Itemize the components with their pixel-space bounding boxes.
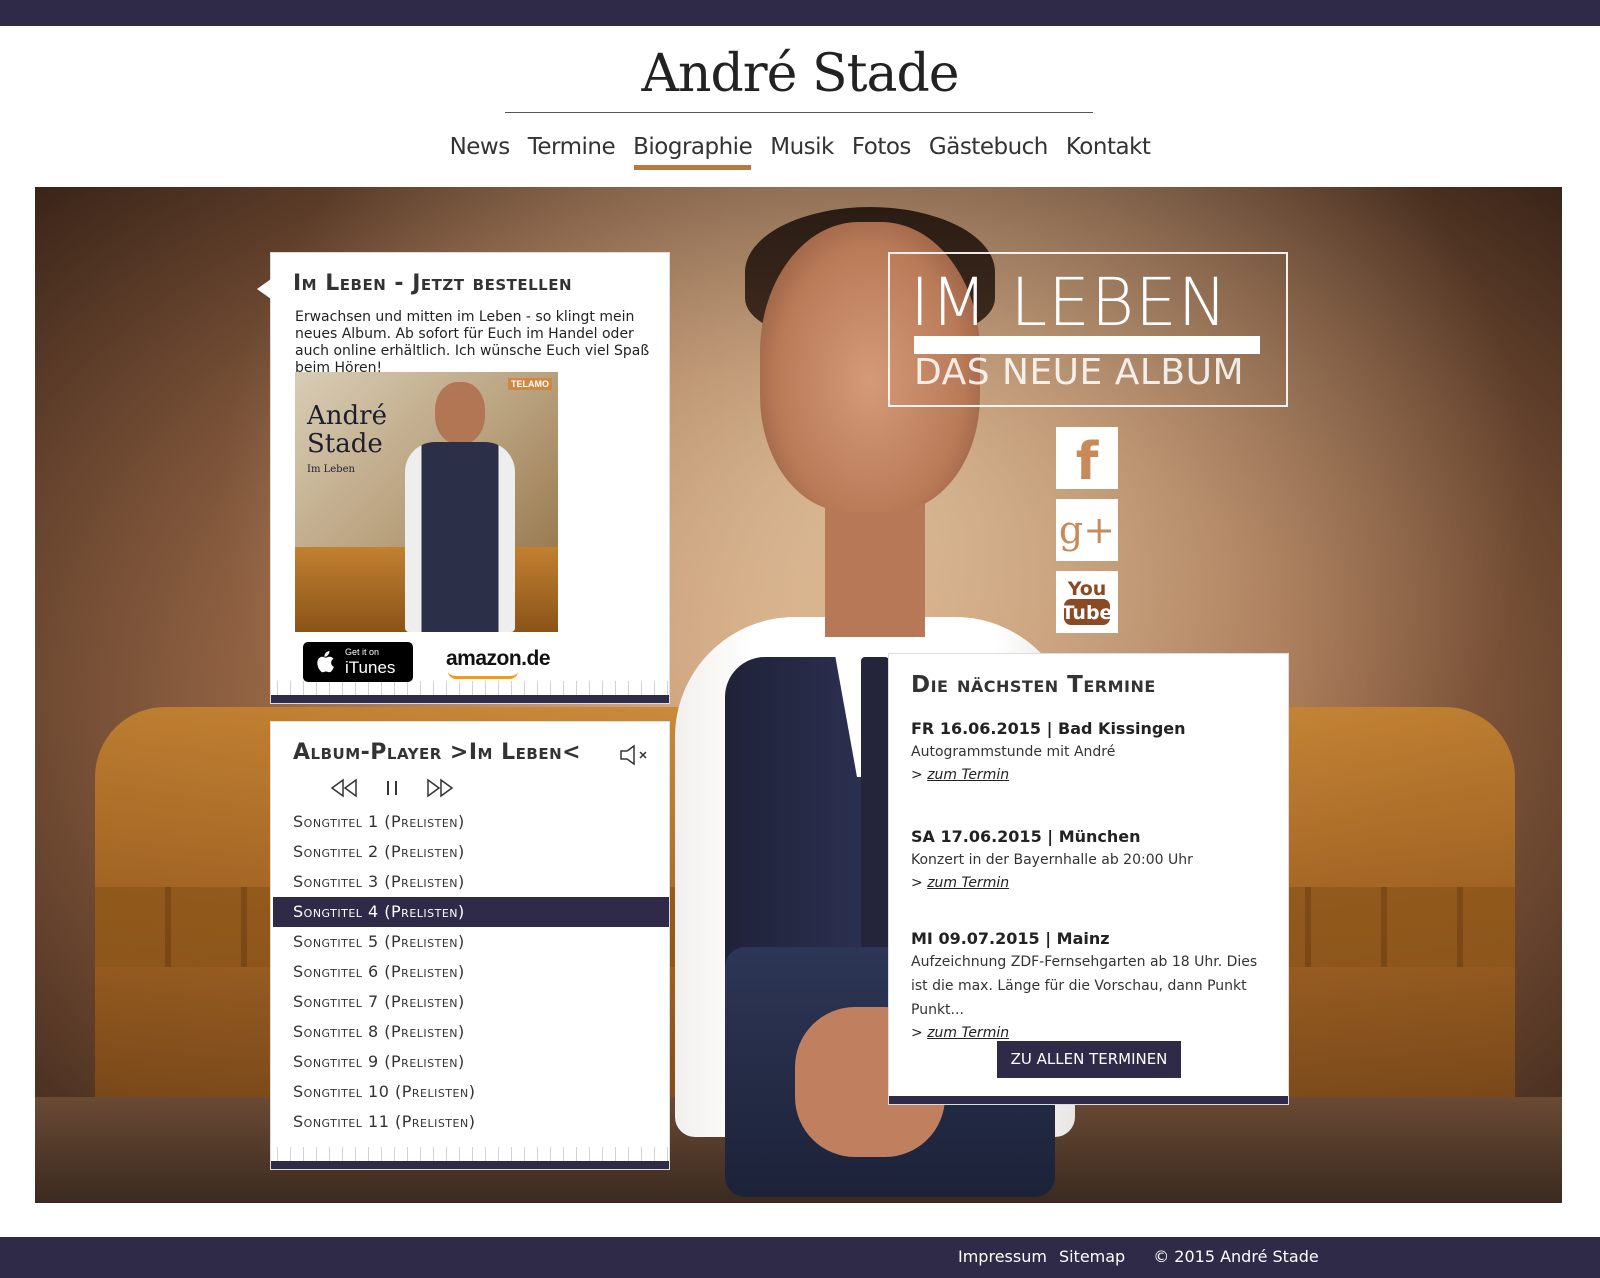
cover-body (405, 442, 515, 632)
apple-icon (313, 650, 335, 674)
facebook-glyph: f (1076, 432, 1100, 489)
event-place: Mainz (1056, 929, 1110, 948)
nav-item-biographie[interactable]: Biographie (624, 132, 761, 172)
event-place: München (1058, 827, 1141, 846)
footer-sitemap-link[interactable]: Sitemap (1059, 1247, 1125, 1266)
event-heading: MI 09.07.2015 | Mainz (911, 929, 1110, 948)
event-heading: SA 17.06.2015 | München (911, 827, 1141, 846)
cover-artist: André Stade (307, 401, 387, 459)
track-item[interactable]: Songtitel 3 (Prelisten) (271, 867, 671, 897)
all-events-button[interactable]: ZU ALLEN TERMINEN (997, 1041, 1181, 1078)
nav-item-gaestebuch[interactable]: Gästebuch (920, 132, 1057, 172)
banner-subtitle: DAS NEUE ALBUM (914, 352, 1245, 393)
footer-copyright: © 2015 André Stade (1153, 1247, 1319, 1266)
panel-edge (271, 695, 669, 703)
panel-notch (257, 279, 271, 299)
banner-title: IM LEBEN (910, 264, 1229, 341)
player-controls (329, 777, 455, 799)
cover-person (405, 382, 515, 632)
footer-impressum-link[interactable]: Impressum (958, 1247, 1047, 1266)
track-item[interactable]: Songtitel 9 (Prelisten) (271, 1047, 671, 1077)
event-item: MI 09.07.2015 | Mainz Aufzeichnung ZDF-F… (911, 928, 1271, 1044)
itunes-button[interactable]: Get it on iTunes (303, 642, 413, 682)
event-description: Autogrammstunde mit André (911, 744, 1116, 760)
cover-label: TELAMO (508, 378, 552, 390)
event-heading: FR 16.06.2015 | Bad Kissingen (911, 719, 1186, 738)
tracklist: Songtitel 1 (Prelisten) Songtitel 2 (Pre… (271, 807, 671, 1137)
nav-item-news[interactable]: News (441, 132, 519, 172)
event-place: Bad Kissingen (1058, 719, 1186, 738)
google-plus-icon[interactable]: g+ (1056, 499, 1118, 561)
event-date: SA 17.06.2015 (911, 827, 1042, 846)
nav-item-musik[interactable]: Musik (761, 132, 843, 172)
footer-links: Impressum Sitemap © 2015 André Stade (958, 1247, 1319, 1266)
event-link-label: zum Termin (927, 767, 1010, 783)
track-item[interactable]: Songtitel 11 (Prelisten) (271, 1107, 671, 1137)
amazon-smile-icon (448, 671, 518, 679)
player-title: Album-Player >Im Leben< (293, 740, 582, 765)
hero-image (35, 187, 1562, 1203)
track-item[interactable]: Songtitel 10 (Prelisten) (271, 1077, 671, 1107)
footer: Impressum Sitemap © 2015 André Stade (0, 1237, 1600, 1278)
mute-icon[interactable] (619, 744, 651, 766)
track-item[interactable]: Songtitel 6 (Prelisten) (271, 957, 671, 987)
event-date: FR 16.06.2015 (911, 719, 1042, 738)
google-plus-glyph: g+ (1059, 508, 1115, 552)
event-link-label: zum Termin (927, 1025, 1010, 1041)
order-panel: Im Leben - Jetzt bestellen Erwachsen und… (257, 252, 670, 704)
amazon-button[interactable]: amazon.de (446, 647, 556, 679)
top-bar (0, 0, 1600, 26)
events-title: Die nächsten Termine (911, 672, 1156, 698)
title-rule (505, 112, 1093, 113)
event-description: Konzert in der Bayernhalle ab 20:00 Uhr (911, 852, 1193, 868)
track-item[interactable]: Songtitel 2 (Prelisten) (271, 837, 671, 867)
event-description: Aufzeichnung ZDF-Fernsehgarten ab 18 Uhr… (911, 954, 1258, 1018)
youtube-icon[interactable]: You Tube (1056, 571, 1118, 633)
site-title[interactable]: André Stade (0, 44, 1600, 104)
album-cover-image[interactable]: André Stade Im Leben TELAMO (295, 372, 558, 632)
track-item[interactable]: Songtitel 8 (Prelisten) (271, 1017, 671, 1047)
amazon-label: amazon.de (446, 647, 551, 670)
nav-item-termine[interactable]: Termine (519, 132, 624, 172)
event-date: MI 09.07.2015 (911, 929, 1040, 948)
event-link[interactable]: > zum Termin (911, 767, 1009, 783)
pause-icon[interactable] (377, 777, 407, 799)
event-item: SA 17.06.2015 | München Konzert in der B… (911, 826, 1271, 894)
event-link[interactable]: > zum Termin (911, 875, 1009, 891)
panel-grunge (271, 1147, 669, 1161)
order-panel-text: Erwachsen und mitten im Leben - so kling… (295, 309, 650, 376)
panel-edge (889, 1096, 1288, 1104)
panel-edge (271, 1161, 669, 1169)
event-link-label: zum Termin (927, 875, 1010, 891)
itunes-big-label: iTunes (345, 658, 396, 677)
facebook-icon[interactable]: f (1056, 427, 1118, 492)
rewind-icon[interactable] (329, 777, 359, 799)
track-item[interactable]: Songtitel 1 (Prelisten) (271, 807, 671, 837)
main-nav: News Termine Biographie Musik Fotos Gäst… (0, 132, 1600, 172)
track-item[interactable]: Songtitel 7 (Prelisten) (271, 987, 671, 1017)
nav-item-fotos[interactable]: Fotos (843, 132, 920, 172)
album-banner[interactable]: IM LEBEN DAS NEUE ALBUM (888, 252, 1288, 407)
nav-item-kontakt[interactable]: Kontakt (1057, 132, 1160, 172)
event-item: FR 16.06.2015 | Bad Kissingen Autogramms… (911, 718, 1271, 786)
youtube-glyph-top: You (1067, 578, 1107, 600)
fast-forward-icon[interactable] (425, 777, 455, 799)
cover-head (435, 382, 485, 444)
person-tie (861, 657, 889, 957)
itunes-small-label: Get it on (345, 647, 380, 657)
events-panel: Die nächsten Termine FR 16.06.2015 | Bad… (888, 653, 1289, 1105)
event-link[interactable]: > zum Termin (911, 1025, 1009, 1041)
panel-grunge (271, 681, 669, 695)
order-panel-title: Im Leben - Jetzt bestellen (293, 271, 573, 296)
track-item[interactable]: Songtitel 5 (Prelisten) (271, 927, 671, 957)
album-player-panel: Album-Player >Im Leben< Songtitel 1 (Pre… (270, 721, 670, 1170)
youtube-glyph-bottom: Tube (1062, 602, 1113, 624)
cover-album: Im Leben (307, 464, 355, 475)
track-item-active[interactable]: Songtitel 4 (Prelisten) (273, 897, 669, 927)
